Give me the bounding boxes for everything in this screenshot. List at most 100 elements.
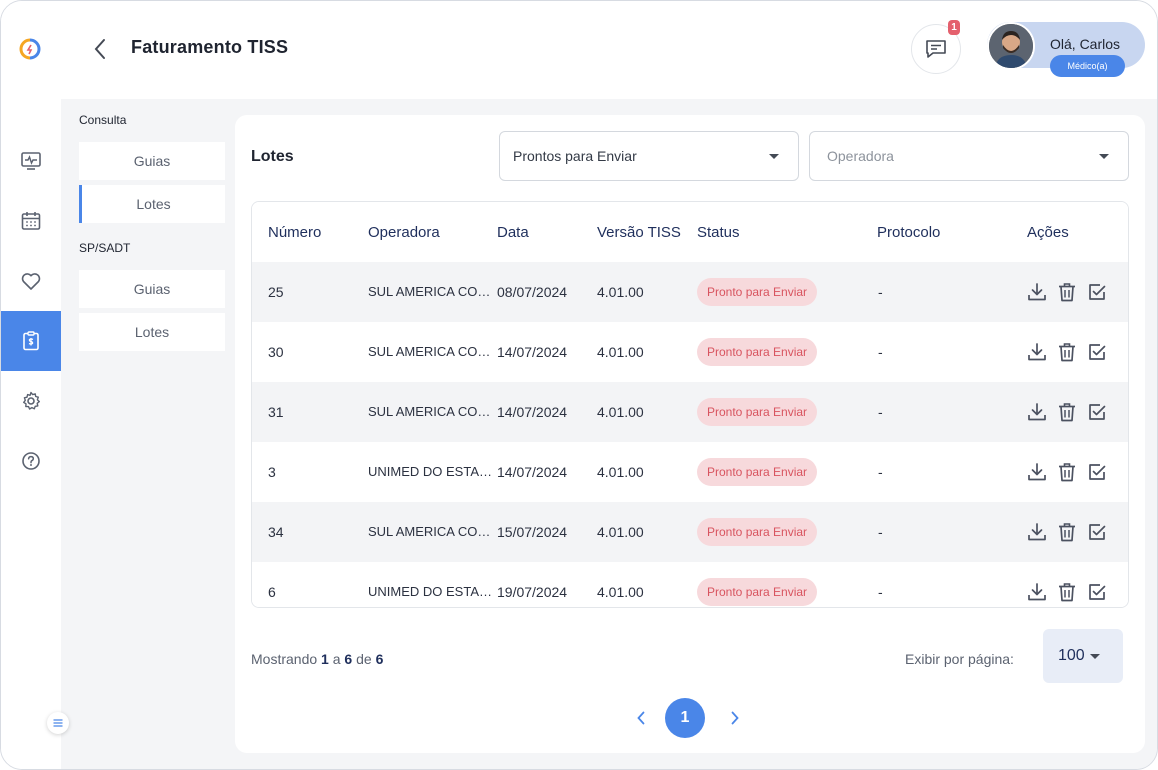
subnav-item-sadt-lotes[interactable]: Lotes	[79, 313, 225, 351]
per-page-value: 100	[1058, 647, 1085, 664]
delete-button[interactable]	[1056, 401, 1078, 423]
check-square-icon	[1086, 581, 1108, 603]
summary-of: de	[356, 651, 372, 667]
download-icon	[1026, 461, 1048, 483]
column-header-versao[interactable]: Versão TISS	[597, 224, 681, 241]
monitor-icon	[21, 152, 41, 170]
pagination-next-button[interactable]	[727, 707, 743, 729]
download-icon	[1026, 521, 1048, 543]
sidebar-item-settings[interactable]	[1, 371, 61, 431]
user-menu[interactable]: Olá, Carlos Médico(a)	[987, 22, 1145, 77]
delete-button[interactable]	[1056, 461, 1078, 483]
column-header-numero[interactable]: Número	[268, 224, 321, 241]
subnav-item-consulta-lotes[interactable]: Lotes	[79, 185, 225, 223]
sidebar-item-health[interactable]	[1, 251, 61, 311]
billing-clipboard-icon	[23, 331, 39, 351]
table-row: 30 SUL AMERICA COMPANHIA DE SEGURO SAUDE1…	[252, 322, 1128, 382]
status-badge: Pronto para Enviar	[697, 338, 818, 366]
caret-down-icon	[1090, 654, 1100, 659]
sidebar-item-monitor[interactable]	[1, 131, 61, 191]
operadora-filter-placeholder: Operadora	[827, 148, 894, 164]
help-icon	[22, 452, 40, 470]
status-badge: Pronto para Enviar	[697, 398, 818, 426]
delete-button[interactable]	[1056, 581, 1078, 603]
status-badge: Pronto para Enviar	[697, 578, 818, 606]
notification-badge: 1	[948, 20, 960, 35]
row-actions	[1026, 521, 1116, 543]
cell-data: 15/07/2024	[497, 524, 568, 540]
delete-button[interactable]	[1056, 341, 1078, 363]
cell-numero: 25	[268, 284, 284, 300]
status-filter-select[interactable]: Prontos para Enviar	[499, 131, 799, 181]
cell-protocolo: -	[878, 284, 883, 300]
confirm-button[interactable]	[1086, 401, 1108, 423]
subnav-item-sadt-guias[interactable]: Guias	[79, 270, 225, 308]
delete-button[interactable]	[1056, 521, 1078, 543]
row-actions	[1026, 401, 1116, 423]
download-button[interactable]	[1026, 581, 1048, 603]
cell-versao-tiss: 4.01.00	[597, 584, 644, 600]
status-filter-value: Prontos para Enviar	[513, 148, 637, 164]
pagination-prev-button[interactable]	[633, 707, 649, 729]
calendar-icon	[21, 212, 41, 230]
cell-numero: 3	[268, 464, 276, 480]
cell-operadora: UNIMED DO ESTADO DE SAO PAULO	[368, 464, 496, 479]
back-button[interactable]	[87, 35, 113, 63]
cell-versao-tiss: 4.01.00	[597, 404, 644, 420]
download-icon	[1026, 281, 1048, 303]
caret-down-icon	[769, 154, 779, 159]
download-icon	[1026, 341, 1048, 363]
cell-data: 14/07/2024	[497, 464, 568, 480]
confirm-button[interactable]	[1086, 341, 1108, 363]
chevron-left-icon	[94, 39, 105, 59]
confirm-button[interactable]	[1086, 521, 1108, 543]
per-page-select[interactable]: 100	[1043, 629, 1123, 683]
delete-button[interactable]	[1056, 281, 1078, 303]
column-header-operadora[interactable]: Operadora	[368, 224, 440, 241]
confirm-button[interactable]	[1086, 581, 1108, 603]
table-row: 6 UNIMED DO ESTADO DE SAO PAULO19/07/2024…	[252, 562, 1128, 607]
download-button[interactable]	[1026, 281, 1048, 303]
cell-operadora: SUL AMERICA COMPANHIA DE SEGURO SAUDE	[368, 284, 496, 299]
app-window: Faturamento TISS 1 Olá, Carlos Médico(a)…	[0, 0, 1158, 770]
app-logo-icon	[19, 38, 41, 60]
sidebar-rail	[1, 99, 61, 769]
cell-protocolo: -	[878, 404, 883, 420]
subnav-item-consulta-guias[interactable]: Guias	[79, 142, 225, 180]
chat-icon	[926, 40, 946, 58]
download-button[interactable]	[1026, 521, 1048, 543]
cell-data: 08/07/2024	[497, 284, 568, 300]
row-actions	[1026, 461, 1116, 483]
confirm-button[interactable]	[1086, 461, 1108, 483]
row-actions	[1026, 341, 1116, 363]
column-header-protocolo[interactable]: Protocolo	[877, 224, 940, 241]
card-title: Lotes	[251, 148, 294, 165]
column-header-status[interactable]: Status	[697, 224, 740, 241]
sidebar-item-billing[interactable]	[1, 311, 61, 371]
table-row: 34 SUL AMERICA COMPANHIA DE SEGURO SAUDE1…	[252, 502, 1128, 562]
cell-numero: 31	[268, 404, 284, 420]
chevron-left-icon	[637, 711, 645, 725]
column-header-data[interactable]: Data	[497, 224, 529, 241]
sidebar-item-calendar[interactable]	[1, 191, 61, 251]
trash-icon	[1056, 401, 1078, 423]
cell-versao-tiss: 4.01.00	[597, 284, 644, 300]
sidebar-item-help[interactable]	[1, 431, 61, 491]
sidebar-toggle-button[interactable]	[47, 712, 69, 734]
pagination-page-button[interactable]: 1	[665, 698, 705, 738]
summary-total: 6	[375, 651, 384, 667]
chevron-right-icon	[731, 711, 739, 725]
gear-icon	[23, 391, 40, 410]
operadora-filter-select[interactable]: Operadora	[809, 131, 1129, 181]
trash-icon	[1056, 461, 1078, 483]
cell-operadora: UNIMED DO ESTADO DE SAO PAULO	[368, 584, 496, 599]
page-title: Faturamento TISS	[131, 37, 289, 57]
download-button[interactable]	[1026, 401, 1048, 423]
confirm-button[interactable]	[1086, 281, 1108, 303]
cell-versao-tiss: 4.01.00	[597, 524, 644, 540]
cell-numero: 6	[268, 584, 276, 600]
download-button[interactable]	[1026, 461, 1048, 483]
check-square-icon	[1086, 461, 1108, 483]
download-button[interactable]	[1026, 341, 1048, 363]
cell-operadora: SUL AMERICA COMPANHIA DE SEGURO SAUDE	[368, 404, 496, 419]
